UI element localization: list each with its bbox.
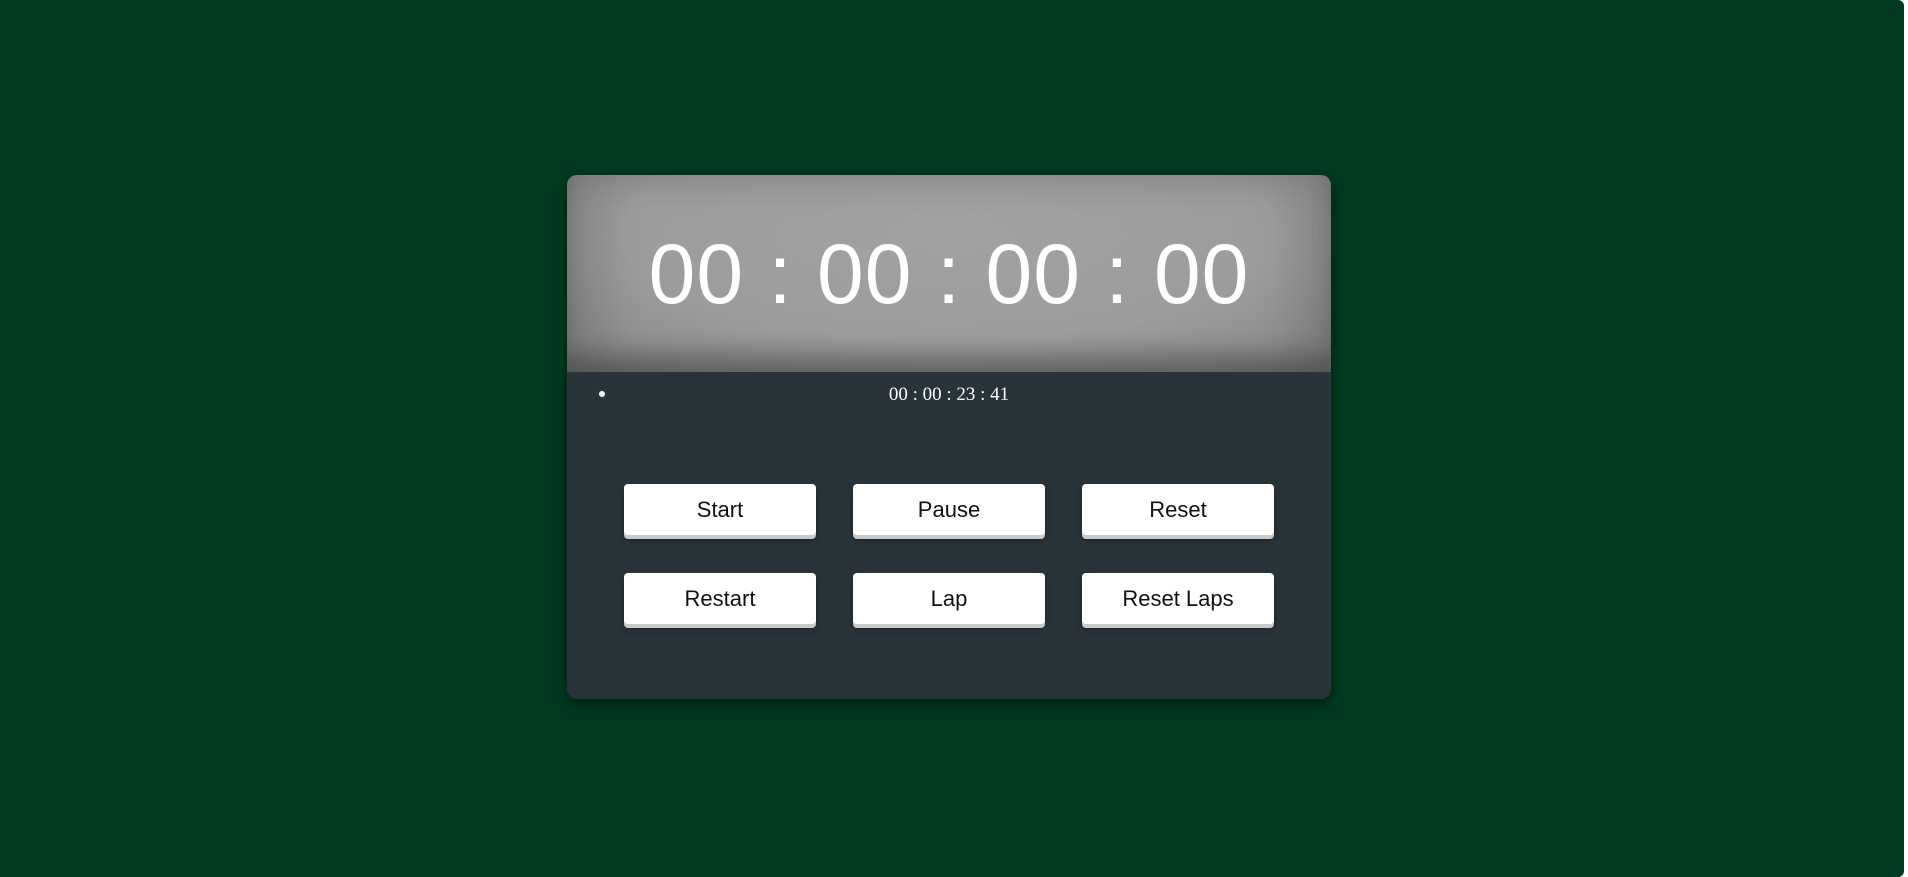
elapsed-time: 00 : 00 : 00 : 00	[648, 227, 1250, 321]
lap-item: 00 : 00 : 23 : 41	[567, 372, 1331, 416]
lap-list: 00 : 00 : 23 : 41	[567, 372, 1331, 416]
page-background: 00 : 00 : 00 : 00 00 : 00 : 23 : 41 Star…	[0, 0, 1904, 877]
reset-laps-button[interactable]: Reset Laps	[1082, 573, 1274, 624]
reset-button[interactable]: Reset	[1082, 484, 1274, 535]
lap-button[interactable]: Lap	[853, 573, 1045, 624]
time-display: 00 : 00 : 00 : 00	[567, 175, 1331, 372]
pause-button[interactable]: Pause	[853, 484, 1045, 535]
start-button[interactable]: Start	[624, 484, 816, 535]
stopwatch-card: 00 : 00 : 00 : 00 00 : 00 : 23 : 41 Star…	[567, 175, 1331, 699]
lap-time: 00 : 00 : 23 : 41	[888, 384, 1010, 405]
restart-button[interactable]: Restart	[624, 573, 816, 624]
